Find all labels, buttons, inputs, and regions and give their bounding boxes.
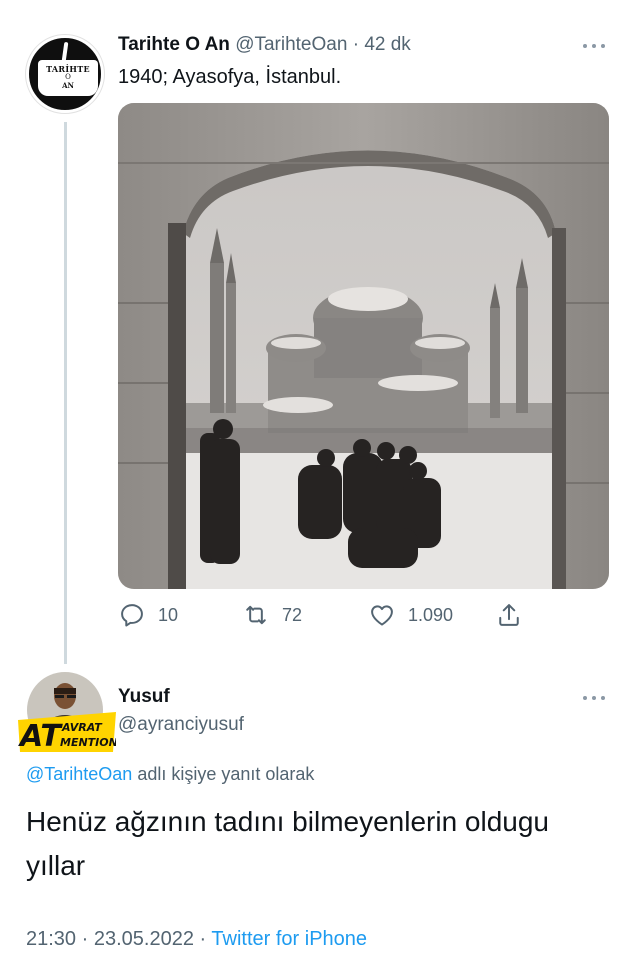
tweet-timestamp: 21:30 · 23.05.2022 · Twitter for iPhone	[26, 928, 367, 951]
tweet-source[interactable]: Twitter for iPhone	[211, 928, 367, 950]
book-icon: TARİHTE O AN	[38, 60, 98, 96]
avatar-logo-text-mid: O	[65, 73, 71, 81]
hagia-sophia-photo	[118, 103, 609, 589]
author-name[interactable]: Tarihte O An	[118, 34, 230, 55]
like-icon	[371, 605, 393, 626]
avatar-badge-text-bottom: MENTION	[60, 736, 116, 749]
tweet-header: Tarihte O An @TarihteOan · 42 dk	[118, 34, 411, 56]
avatar-badge-text-top: AVRAT	[61, 721, 103, 734]
tweet-time[interactable]: 21:30	[26, 928, 76, 950]
reply-icon	[121, 604, 143, 627]
tweet-text: 1940; Ayasofya, İstanbul.	[118, 66, 342, 88]
like-button[interactable]: 1.090	[368, 600, 453, 630]
tweet-photo[interactable]	[118, 103, 609, 589]
tweet-actions: 10 72 1.090	[118, 600, 538, 630]
retweet-button[interactable]: 72	[242, 600, 302, 630]
replying-to: @TarihteOan adlı kişiye yanıt olarak	[26, 764, 314, 785]
avatar-ayranciyusuf[interactable]: AT AVRAT MENTION	[18, 670, 118, 754]
more-icon[interactable]	[582, 40, 608, 52]
reply-text: Henüz ağzının tadını bilmeyenlerin oldug…	[26, 806, 550, 881]
avatar-tarihteoan[interactable]: TARİHTE O AN	[26, 35, 104, 113]
tweet-time-ago[interactable]: 42 dk	[364, 34, 410, 55]
timestamp-separator: ·	[199, 928, 207, 950]
share-button[interactable]	[495, 600, 523, 630]
reply-author-name[interactable]: Yusuf	[118, 686, 170, 708]
timestamp-separator: ·	[81, 928, 89, 950]
meta-separator: ·	[352, 34, 360, 55]
reply-button[interactable]: 10	[118, 600, 178, 630]
reply-author-handle[interactable]: @ayranciyusuf	[118, 714, 244, 736]
avatar-logo-text-bottom: AN	[62, 81, 74, 90]
share-icon	[499, 604, 519, 626]
tweet-date[interactable]: 23.05.2022	[94, 928, 194, 950]
retweet-icon	[246, 605, 266, 625]
avatar-badge-text-big: AT	[18, 719, 63, 752]
thread-connector-line	[64, 122, 67, 664]
author-handle[interactable]: @TarihteOan	[235, 34, 347, 55]
more-icon[interactable]	[582, 692, 608, 704]
replying-to-mention[interactable]: @TarihteOan	[26, 764, 132, 784]
like-count: 1.090	[408, 604, 454, 625]
reply-count: 10	[158, 604, 179, 625]
replying-to-suffix: adlı kişiye yanıt olarak	[137, 764, 315, 784]
retweet-count: 72	[282, 604, 303, 625]
